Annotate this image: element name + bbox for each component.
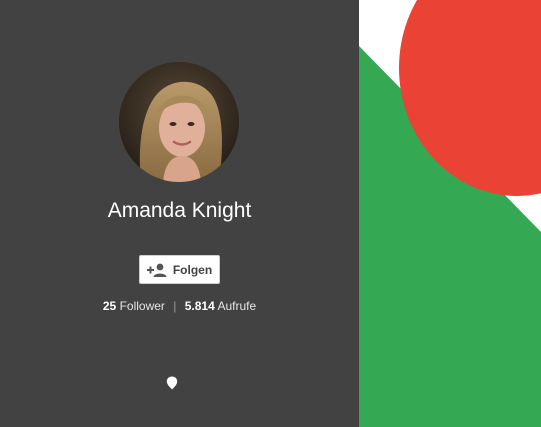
avatar-image bbox=[119, 62, 239, 182]
cover-art bbox=[359, 0, 541, 427]
avatar[interactable] bbox=[119, 62, 239, 182]
stats-separator: | bbox=[173, 299, 177, 313]
profile-panel: Amanda Knight Folgen 25 Follower | 5.814… bbox=[0, 0, 359, 427]
views-label: Aufrufe bbox=[217, 299, 257, 313]
cover-art-graphic bbox=[359, 0, 541, 427]
profile-stats: 25 Follower | 5.814 Aufrufe bbox=[0, 298, 359, 314]
followers-label: Follower bbox=[119, 299, 165, 313]
person-add-icon bbox=[146, 263, 167, 277]
map-pin-icon[interactable] bbox=[166, 376, 178, 390]
views-count: 5.814 bbox=[184, 299, 215, 313]
follow-button-label: Folgen bbox=[172, 262, 213, 277]
profile-name: Amanda Knight bbox=[107, 199, 252, 222]
follow-button[interactable]: Folgen bbox=[139, 255, 220, 284]
followers-count: 25 bbox=[102, 299, 117, 313]
